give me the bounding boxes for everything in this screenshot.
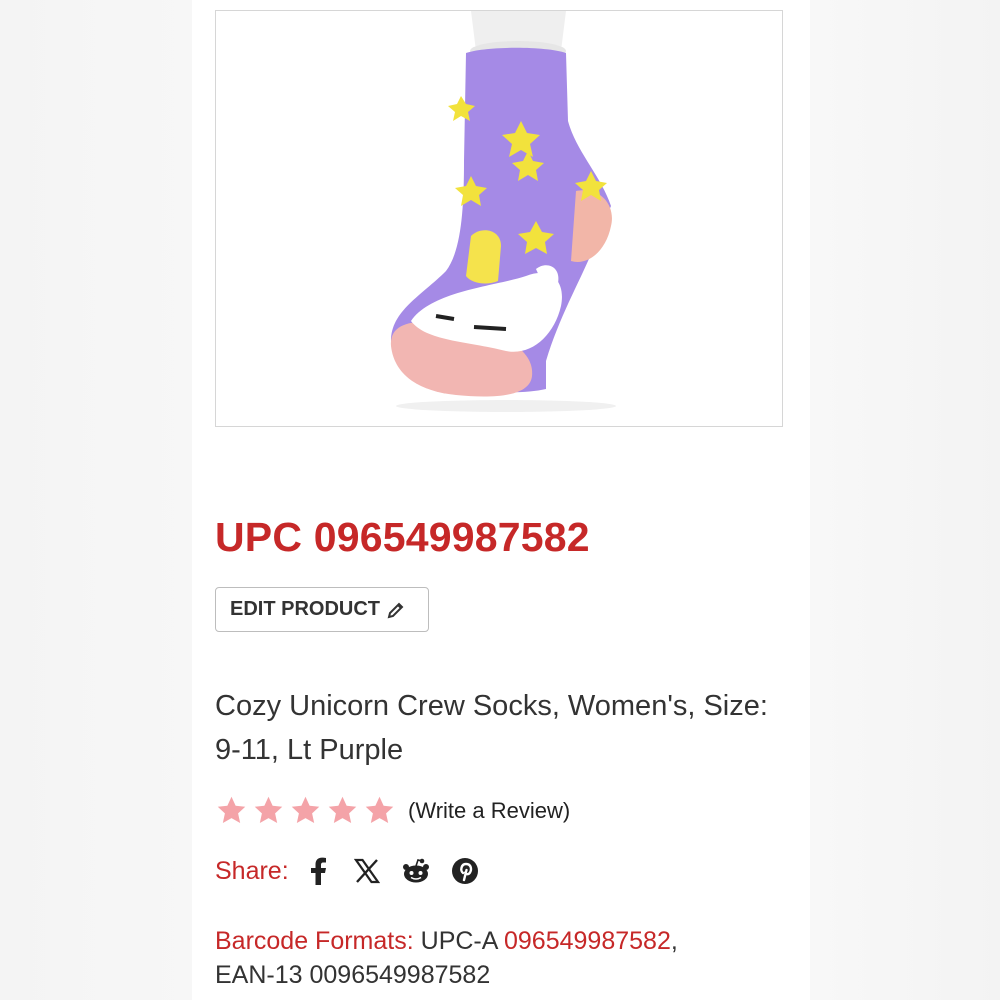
write-review-link[interactable]: (Write a Review): [408, 798, 570, 824]
left-backdrop: [0, 0, 192, 1000]
star-icon[interactable]: [289, 794, 322, 827]
upca-link[interactable]: 096549987582: [504, 927, 671, 955]
barcode-separator: ,: [670, 927, 678, 955]
product-page: UPC 096549987582 EDIT PRODUCT Cozy Unico…: [192, 0, 810, 1000]
star-rating[interactable]: [215, 794, 396, 827]
product-image[interactable]: [215, 10, 783, 427]
star-icon[interactable]: [363, 794, 396, 827]
right-backdrop: [810, 0, 1000, 1000]
star-icon[interactable]: [326, 794, 359, 827]
pencil-icon: [386, 600, 406, 620]
ean13-value: EAN-13 0096549987582: [215, 961, 491, 989]
star-icon[interactable]: [215, 794, 248, 827]
unicorn-sock-photo: [390, 11, 616, 412]
reddit-icon[interactable]: [401, 856, 431, 886]
barcode-formats-label: Barcode Formats:: [215, 927, 414, 955]
rating: (Write a Review): [215, 794, 570, 827]
upca-prefix: UPC-A: [420, 927, 498, 955]
facebook-icon[interactable]: [303, 856, 333, 886]
star-icon[interactable]: [252, 794, 285, 827]
edit-product-label: EDIT PRODUCT: [230, 598, 380, 620]
x-icon[interactable]: [352, 856, 382, 886]
pinterest-icon[interactable]: [450, 856, 480, 886]
edit-product-button[interactable]: EDIT PRODUCT: [215, 587, 429, 632]
barcode-formats: Barcode Formats: UPC-A 096549987582, EAN…: [215, 924, 795, 992]
product-name: Cozy Unicorn Crew Socks, Women's, Size: …: [215, 690, 768, 766]
upc-title: UPC 096549987582: [215, 514, 590, 560]
share-bar: Share:: [215, 856, 499, 886]
share-label: Share:: [215, 856, 289, 885]
